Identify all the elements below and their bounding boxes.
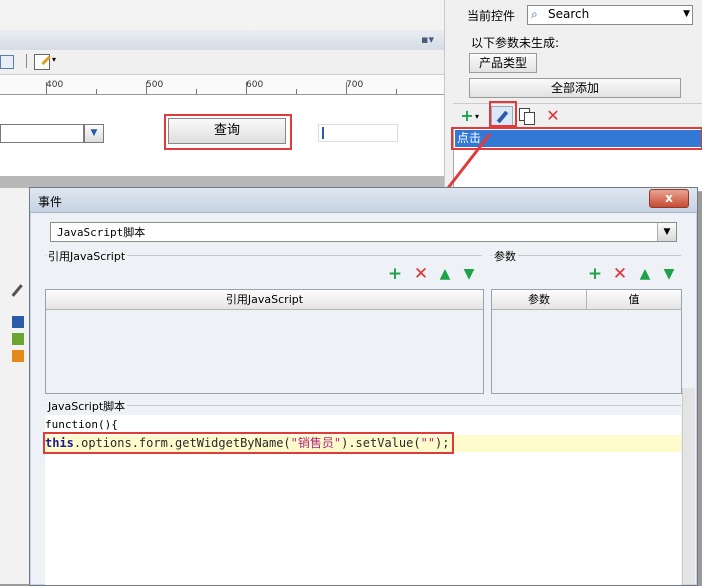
- toolbar-separator: [26, 54, 27, 68]
- ref-js-table[interactable]: 引用JavaScript: [45, 289, 484, 394]
- dialog-title: 事件: [38, 195, 63, 209]
- background-palette-strip: [0, 188, 34, 584]
- add-all-button[interactable]: 全部添加: [469, 78, 681, 98]
- designer-toolbar: ▾: [0, 50, 444, 75]
- search-icon: ⌕: [531, 7, 538, 21]
- add-param-icon[interactable]: +: [586, 265, 604, 283]
- toolbar-dropdown-icon[interactable]: ▾: [52, 55, 56, 64]
- designer-top-band: [0, 0, 444, 30]
- edit-pencil-icon: [41, 55, 51, 66]
- ruler-label: 600: [246, 80, 264, 90]
- event-dialog: 事件 x JavaScript脚本 ▼ 引用JavaScript + ✕ ▲ ▼…: [29, 187, 698, 586]
- add-icon[interactable]: +: [386, 265, 404, 283]
- script-type-select[interactable]: JavaScript脚本 ▼: [50, 222, 677, 242]
- designer-tab-bar: ▪▾: [0, 30, 444, 51]
- script-editor[interactable]: function(){ this.options.form.getWidgetB…: [43, 415, 681, 585]
- chevron-down-icon: ▼: [657, 223, 676, 241]
- report-designer: ▪▾ ▾ 400 500 600 700 ▼ 查询: [0, 0, 444, 176]
- panel-menu-icon[interactable]: ▪▾: [421, 33, 434, 46]
- arrow-up-icon[interactable]: ▲: [436, 265, 454, 283]
- dialog-scrollbar[interactable]: [682, 388, 695, 584]
- chevron-down-icon: ▼: [683, 9, 690, 19]
- arrow-up-icon[interactable]: ▲: [636, 265, 654, 283]
- param-table[interactable]: 参数 值: [491, 289, 682, 394]
- grid-icon[interactable]: [0, 55, 14, 69]
- color-swatch-green[interactable]: [12, 333, 24, 345]
- ruler-label: 700: [346, 80, 364, 90]
- ruler-label: 500: [146, 80, 164, 90]
- ruler-label: 400: [46, 80, 64, 90]
- color-swatch-orange[interactable]: [12, 350, 24, 362]
- current-control-value: Search: [548, 7, 590, 21]
- current-control-select[interactable]: ⌕ Search ▼: [527, 5, 693, 25]
- script-group-label: JavaScript脚本: [46, 398, 128, 414]
- param-chip-product-type[interactable]: 产品类型: [469, 53, 537, 73]
- highlight-box-edit: [489, 101, 517, 127]
- add-event-icon[interactable]: +: [457, 106, 477, 126]
- highlight-box-code: [43, 432, 454, 454]
- param-column-header: 参数: [492, 290, 587, 310]
- designer-label-field[interactable]: [318, 124, 398, 142]
- edit-form-icon[interactable]: [34, 54, 51, 70]
- script-type-value: JavaScript脚本: [57, 226, 146, 239]
- arrow-down-icon[interactable]: ▼: [660, 265, 678, 283]
- delete-param-icon[interactable]: ✕: [611, 265, 629, 283]
- delete-icon[interactable]: ✕: [412, 265, 430, 283]
- color-swatch-blue[interactable]: [12, 316, 24, 328]
- horizontal-ruler: 400 500 600 700: [0, 76, 444, 95]
- chevron-down-icon[interactable]: ▾: [475, 112, 479, 121]
- ref-js-column-header: 引用JavaScript: [46, 290, 483, 310]
- param-group-label: 参数: [492, 248, 518, 264]
- dialog-titlebar[interactable]: 事件 x: [30, 188, 697, 213]
- highlight-box-query: [164, 114, 292, 150]
- value-column-header: 值: [587, 290, 681, 310]
- designer-text-field[interactable]: [0, 124, 84, 143]
- arrow-down-icon[interactable]: ▼: [460, 265, 478, 283]
- chevron-down-icon[interactable]: ▼: [84, 124, 104, 143]
- close-icon[interactable]: x: [649, 189, 689, 208]
- params-not-generated-note: 以下参数未生成:: [471, 36, 560, 50]
- current-control-label: 当前控件: [467, 9, 516, 23]
- copy-icon[interactable]: [517, 106, 537, 126]
- code-function-line: function(){: [45, 418, 118, 431]
- ref-js-group-label: 引用JavaScript: [46, 248, 128, 264]
- delete-event-icon[interactable]: ✕: [543, 106, 563, 126]
